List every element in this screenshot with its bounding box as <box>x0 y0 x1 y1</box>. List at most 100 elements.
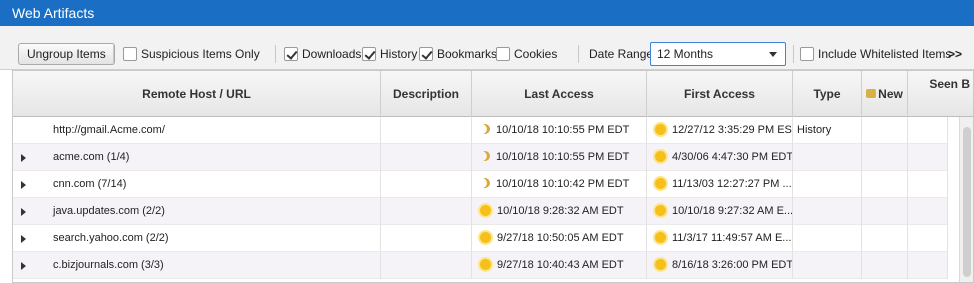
downloads-label: Downloads <box>302 47 362 61</box>
history-checkbox[interactable]: History <box>362 43 417 65</box>
cell-text-first: 10/10/18 9:27:32 AM E... <box>672 205 793 217</box>
cell-new <box>862 171 908 198</box>
cell-description <box>381 225 472 252</box>
table-header: Remote Host / URL Description Last Acces… <box>13 71 973 117</box>
cell-type <box>793 144 862 171</box>
cell-text-host: search.yahoo.com (2/2) <box>53 232 169 244</box>
table-row[interactable]: cnn.com (7/14) 10/10/18 10:10:42 PM EDT 11… <box>13 171 948 198</box>
history-label: History <box>380 47 418 61</box>
bookmarks-label: Bookmarks <box>437 47 498 61</box>
cell-first: 11/3/17 11:49:57 AM E... <box>647 225 793 252</box>
cell-type <box>793 252 862 279</box>
cell-last: 9/27/18 10:40:43 AM EDT <box>472 252 647 279</box>
sun-icon <box>655 231 666 243</box>
vertical-scrollbar[interactable] <box>959 117 973 282</box>
cell-seen <box>908 171 948 198</box>
checkbox-checked-icon <box>284 46 298 61</box>
cell-last: 9/27/18 10:50:05 AM EDT <box>472 225 647 252</box>
column-header-type[interactable]: Type <box>793 71 862 117</box>
moon-icon <box>479 177 492 190</box>
column-header-seen[interactable]: Seen B <box>908 71 973 117</box>
cell-seen <box>908 252 948 279</box>
sun-icon <box>655 258 666 270</box>
column-header-host[interactable]: Remote Host / URL <box>13 71 381 117</box>
cell-text-last: 9/27/18 10:40:43 AM EDT <box>497 259 624 271</box>
cell-first: 12/27/12 3:35:29 PM EST <box>647 117 793 144</box>
table-row[interactable]: search.yahoo.com (2/2) 9/27/18 10:50:05 A… <box>13 225 948 252</box>
column-header-new[interactable]: New <box>862 71 908 117</box>
checkbox-unchecked-icon <box>123 46 137 61</box>
checkbox-unchecked-icon <box>496 46 510 61</box>
cell-text-first: 11/13/03 12:27:27 PM ... <box>672 178 792 190</box>
toolbar-separator <box>275 45 276 63</box>
cell-host: http://gmail.Acme.com/ <box>13 117 381 144</box>
scrollbar-thumb[interactable] <box>963 127 971 277</box>
cell-type <box>793 171 862 198</box>
cell-type: History <box>793 117 862 144</box>
table-row[interactable]: http://gmail.Acme.com/10/10/18 10:10:55 … <box>13 117 948 144</box>
window-title: Web Artifacts <box>0 0 974 26</box>
cell-first: 10/10/18 9:27:32 AM E... <box>647 198 793 225</box>
sun-icon <box>655 150 666 162</box>
cell-text-last: 10/10/18 10:10:55 PM EDT <box>496 151 630 163</box>
cell-text-last: 10/10/18 9:28:32 AM EDT <box>497 205 624 217</box>
cell-text-first: 4/30/06 4:47:30 PM EDT <box>672 151 793 163</box>
cell-last: 10/10/18 9:28:32 AM EDT <box>472 198 647 225</box>
cell-new <box>862 117 908 144</box>
bookmarks-checkbox[interactable]: Bookmarks <box>419 43 497 65</box>
cell-text-host: http://gmail.Acme.com/ <box>53 124 165 136</box>
include-whitelisted-label: Include Whitelisted Items <box>818 47 952 61</box>
toolbar-separator <box>793 45 794 63</box>
toolbar-separator <box>113 45 114 63</box>
sun-icon <box>655 204 666 216</box>
cell-new <box>862 198 908 225</box>
ungroup-items-button[interactable]: Ungroup Items <box>18 43 115 65</box>
cell-text-first: 11/3/17 11:49:57 AM E... <box>672 232 792 244</box>
cell-description <box>381 144 472 171</box>
cookies-label: Cookies <box>514 47 558 61</box>
table-row[interactable]: java.updates.com (2/2) 10/10/18 9:28:32 A… <box>13 198 948 225</box>
cell-new <box>862 252 908 279</box>
suspicious-items-label: Suspicious Items Only <box>141 47 260 61</box>
table-row[interactable]: acme.com (1/4) 10/10/18 10:10:55 PM EDT 4/… <box>13 144 948 171</box>
sun-icon <box>655 123 666 135</box>
toolbar: Ungroup Items Suspicious Items Only Down… <box>0 26 974 70</box>
column-header-new-label: New <box>878 87 903 101</box>
lock-icon <box>866 89 877 99</box>
toolbar-separator <box>578 45 579 63</box>
downloads-checkbox[interactable]: Downloads <box>284 43 361 65</box>
column-header-description[interactable]: Description <box>381 71 472 117</box>
cell-last: 10/10/18 10:10:55 PM EDT <box>472 144 647 171</box>
cell-description <box>381 171 472 198</box>
cell-description <box>381 117 472 144</box>
cell-description <box>381 198 472 225</box>
cell-first: 4/30/06 4:47:30 PM EDT <box>647 144 793 171</box>
moon-icon <box>479 150 492 163</box>
cell-text-last: 10/10/18 10:10:42 PM EDT <box>496 178 630 190</box>
column-header-last-access[interactable]: Last Access <box>472 71 647 117</box>
cell-host: cnn.com (7/14) <box>13 171 381 198</box>
cell-text-last: 9/27/18 10:50:05 AM EDT <box>497 232 624 244</box>
overflow-button[interactable]: >> <box>948 43 962 65</box>
date-range-select[interactable]: 12 Months <box>650 42 786 66</box>
cell-host: java.updates.com (2/2) <box>13 198 381 225</box>
column-header-first-access[interactable]: First Access <box>647 71 793 117</box>
web-artifacts-table: Remote Host / URL Description Last Acces… <box>12 70 974 283</box>
cell-type <box>793 198 862 225</box>
include-whitelisted-checkbox[interactable]: Include Whitelisted Items <box>800 43 951 65</box>
cell-text-last: 10/10/18 10:10:55 PM EDT <box>496 124 630 136</box>
table-row[interactable]: c.bizjournals.com (3/3) 9/27/18 10:40:43 … <box>13 252 948 279</box>
cell-first: 11/13/03 12:27:27 PM ... <box>647 171 793 198</box>
cell-type <box>793 225 862 252</box>
cell-first: 8/16/18 3:26:00 PM EDT <box>647 252 793 279</box>
checkbox-checked-icon <box>362 46 376 61</box>
cell-seen <box>908 117 948 144</box>
cell-text-host: acme.com (1/4) <box>53 151 130 163</box>
date-range-value: 12 Months <box>657 47 714 61</box>
cell-text-host: c.bizjournals.com (3/3) <box>53 259 164 271</box>
cell-text-first: 12/27/12 3:35:29 PM EST <box>672 124 793 136</box>
cookies-checkbox[interactable]: Cookies <box>496 43 557 65</box>
sun-icon <box>655 177 666 189</box>
cell-host: search.yahoo.com (2/2) <box>13 225 381 252</box>
suspicious-items-checkbox[interactable]: Suspicious Items Only <box>123 43 260 65</box>
